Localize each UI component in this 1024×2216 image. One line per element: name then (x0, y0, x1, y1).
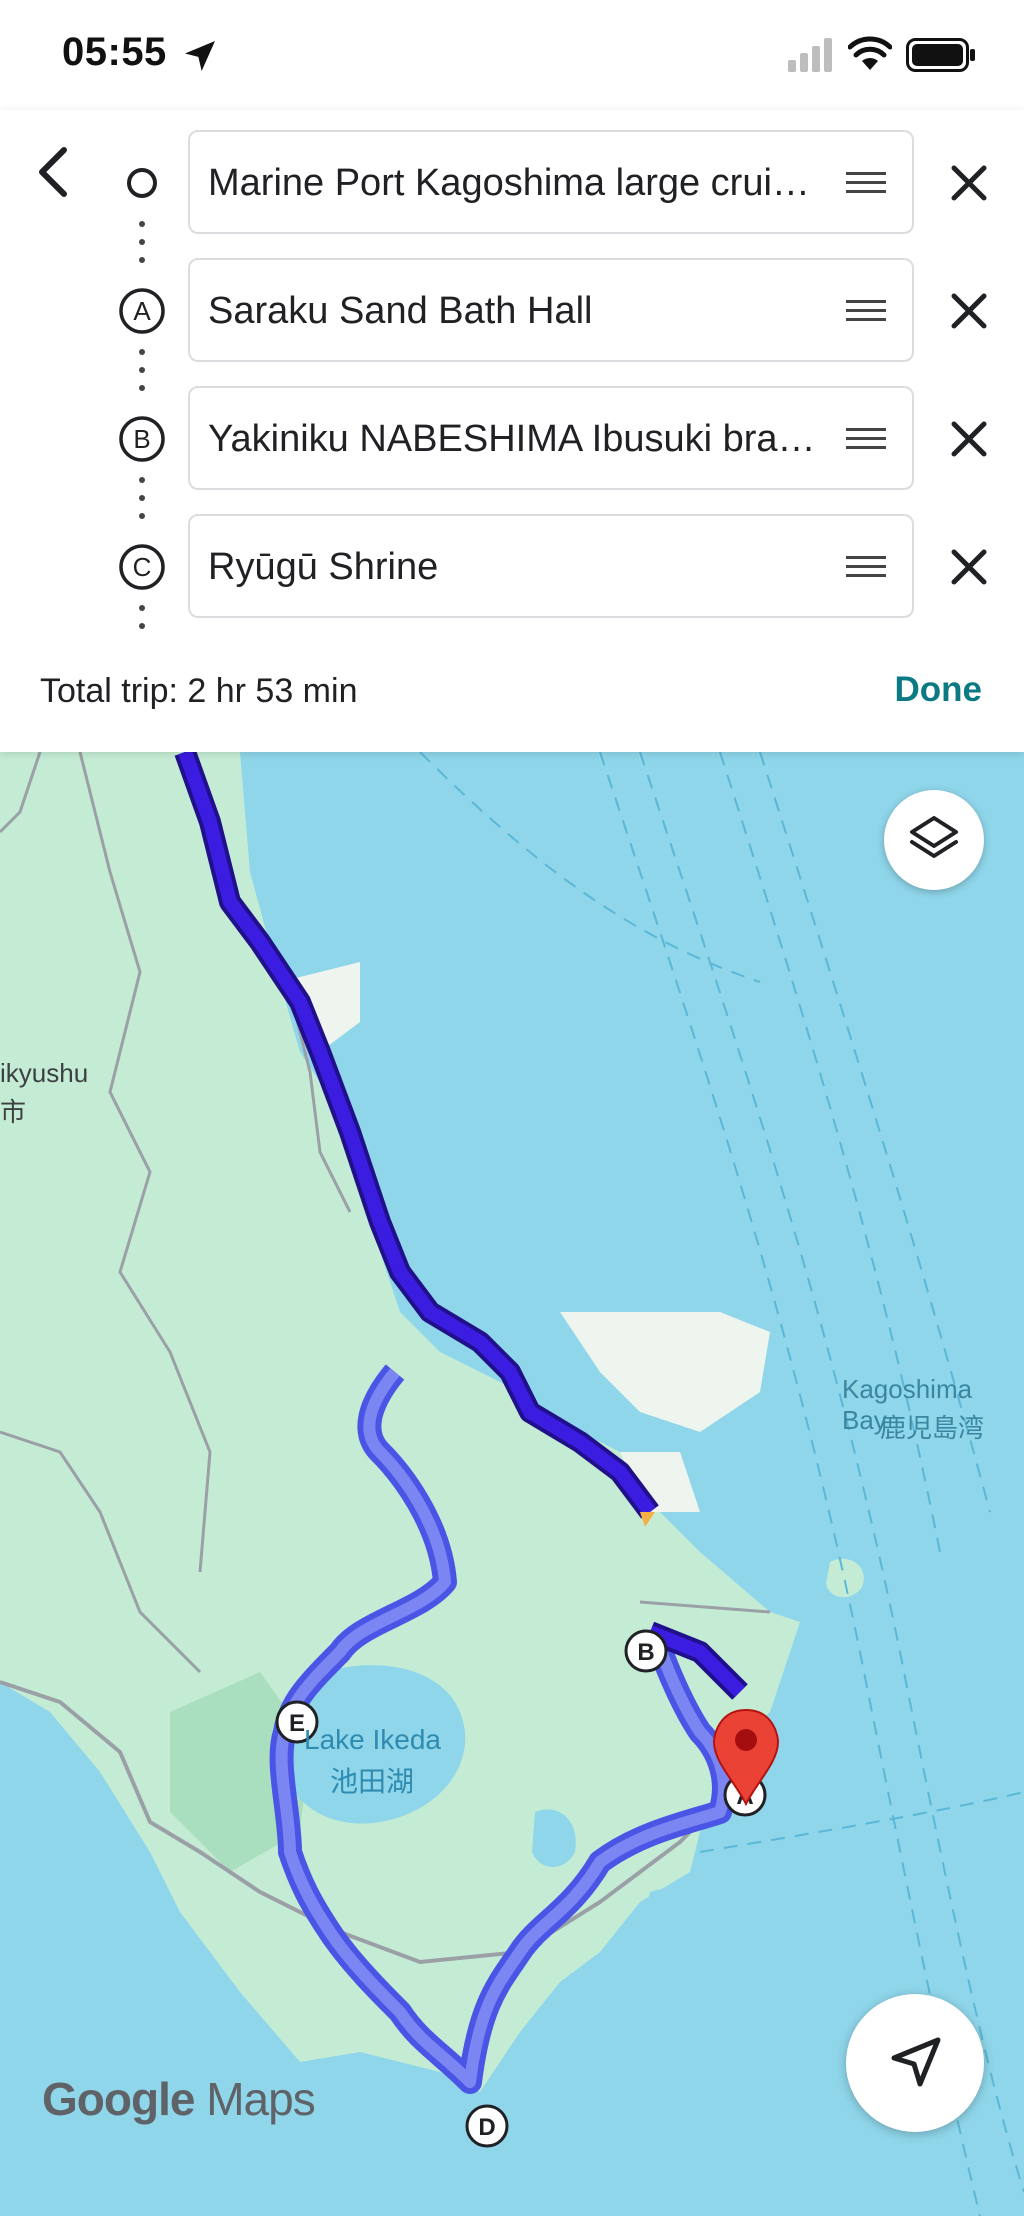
map-label-city-en: ikyushu (0, 1058, 89, 1088)
drag-handle-icon[interactable] (846, 296, 886, 326)
map-label-city-jp: 市 (0, 1097, 27, 1127)
connector-dots (139, 605, 145, 629)
origin-field-text: Marine Port Kagoshima large crui… (208, 162, 810, 204)
drag-handle-icon[interactable] (846, 168, 886, 198)
waypoint-b[interactable]: B (624, 1629, 668, 1673)
stop-a-field-text: Saraku Sand Bath Hall (208, 290, 593, 332)
battery-icon (906, 38, 975, 72)
map-label-bay-jp: 鹿児島湾 (880, 1413, 985, 1443)
stop-b-field-text: Yakiniku NABESHIMA Ibusuki bra… (208, 418, 816, 460)
svg-text:B: B (133, 424, 150, 454)
map-label-lake-jp: 池田湖 (330, 1766, 415, 1797)
stop-row-b: B Yakiniku NABESHIMA Ibusuki bra… (0, 376, 1024, 490)
layers-icon (910, 816, 958, 858)
layers-button[interactable] (884, 790, 984, 890)
google-maps-logo: Google Maps (42, 2072, 316, 2126)
logo-google-text: Google (42, 2073, 195, 2125)
drag-handle-icon[interactable] (846, 552, 886, 582)
map-label-lake-en: Lake Ikeda (304, 1724, 441, 1755)
location-arrow-icon (185, 41, 215, 71)
logo-maps-text: Maps (206, 2073, 315, 2125)
stop-row-a: A Saraku Sand Bath Hall (0, 248, 1024, 362)
origin-field[interactable]: Marine Port Kagoshima large crui… (188, 130, 914, 234)
remove-stop-icon[interactable] (946, 288, 992, 334)
total-trip-text: Total trip: 2 hr 53 min (40, 672, 358, 710)
status-time: 05:55 (62, 30, 167, 74)
marker-c-icon: C (119, 544, 165, 590)
origin-circle-icon (127, 168, 157, 198)
wifi-icon (848, 36, 892, 70)
done-button[interactable]: Done (895, 670, 983, 710)
start-navigation-button[interactable] (846, 1994, 984, 2132)
cellular-signal-icon (788, 38, 832, 72)
svg-text:A: A (133, 296, 151, 326)
drag-handle-icon[interactable] (846, 424, 886, 454)
status-bar: 05:55 (0, 0, 1024, 110)
svg-text:C: C (133, 552, 152, 582)
stop-c-field-text: Ryūgū Shrine (208, 546, 439, 588)
stop-row-origin: Marine Port Kagoshima large crui… (0, 120, 1024, 234)
stop-a-field[interactable]: Saraku Sand Bath Hall (188, 258, 914, 362)
remove-stop-icon[interactable] (946, 160, 992, 206)
remove-stop-icon[interactable] (946, 416, 992, 462)
stop-b-field[interactable]: Yakiniku NABESHIMA Ibusuki bra… (188, 386, 914, 490)
navigation-arrow-icon (891, 2037, 941, 2087)
svg-text:E: E (289, 1710, 305, 1737)
marker-b-icon: B (119, 416, 165, 462)
stop-row-c: C Ryūgū Shrine (0, 504, 1024, 618)
marker-a-icon: A (119, 288, 165, 334)
svg-text:D: D (478, 2114, 495, 2141)
waypoint-d[interactable]: D (465, 2104, 509, 2148)
svg-text:B: B (637, 1639, 654, 1666)
stop-c-field[interactable]: Ryūgū Shrine (188, 514, 914, 618)
remove-stop-icon[interactable] (946, 544, 992, 590)
directions-panel: Marine Port Kagoshima large crui… A Sara… (0, 110, 1024, 752)
